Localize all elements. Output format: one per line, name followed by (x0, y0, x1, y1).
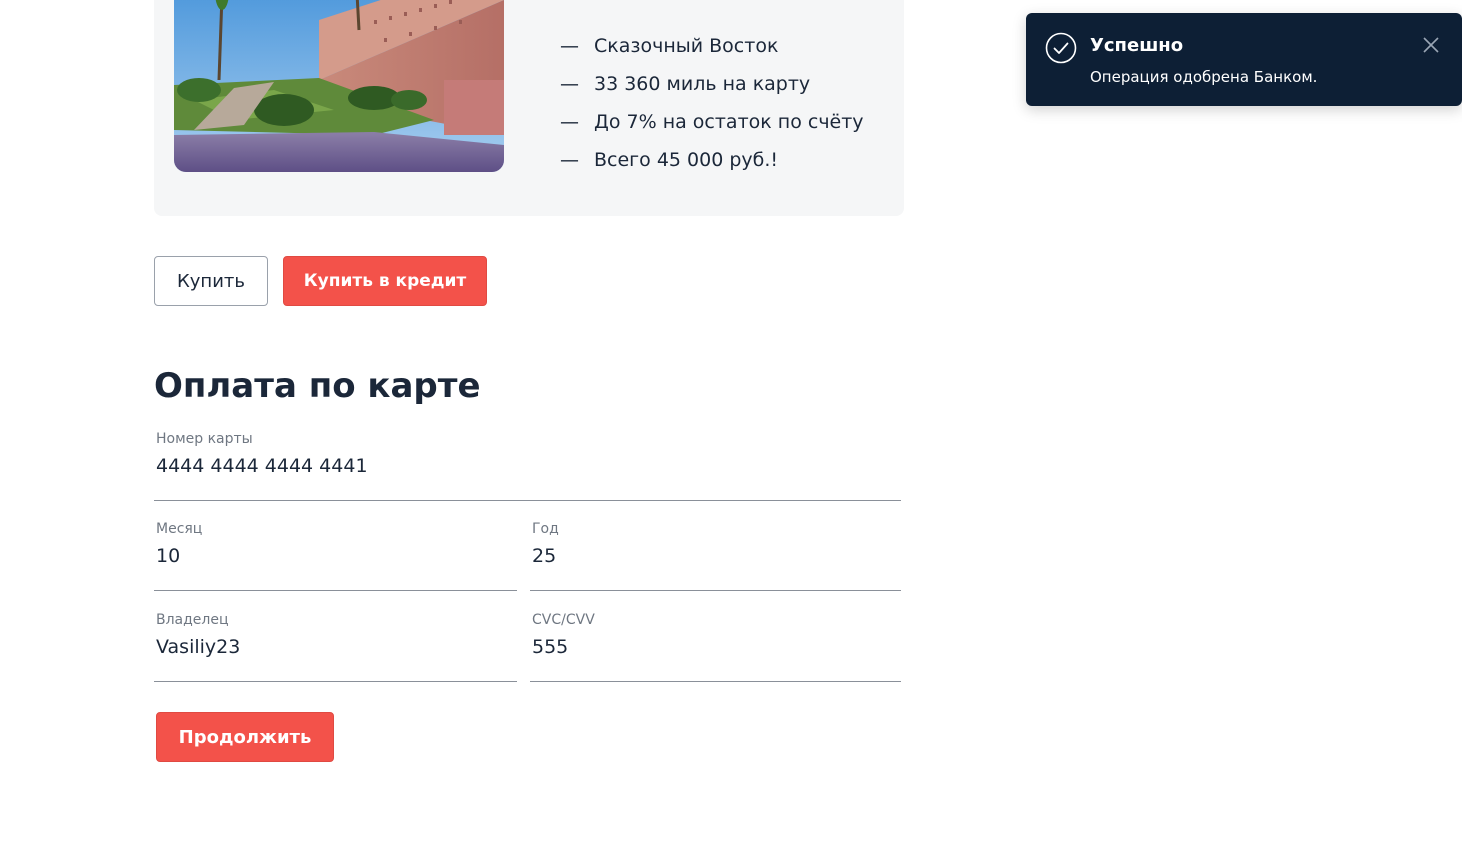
list-item: — До 7% на остаток по счёту (560, 103, 864, 141)
cvc-field: CVC/CVV (530, 612, 901, 682)
month-label: Месяц (156, 521, 203, 537)
offer-card: — Сказочный Восток —33 360 миль на карту … (154, 0, 904, 216)
close-icon[interactable] (1420, 34, 1442, 56)
card-number-input[interactable] (156, 451, 899, 481)
continue-button[interactable]: Продолжить (156, 712, 334, 762)
payment-title: Оплата по карте (154, 366, 481, 406)
list-item: — Всего 45 000 руб.! (560, 141, 864, 179)
notification-message: Операция одобрена Банком. (1090, 68, 1318, 86)
marrakech-photo (174, 0, 504, 172)
year-label: Год (532, 521, 559, 537)
dash-mark: — (560, 73, 579, 95)
year-input[interactable] (532, 541, 899, 571)
owner-input[interactable] (156, 632, 515, 662)
feature-text: Сказочный Восток (594, 35, 779, 57)
offer-features-list: — Сказочный Восток —33 360 миль на карту … (560, 27, 864, 179)
check-circle-icon (1045, 32, 1077, 64)
offer-image (174, 0, 504, 172)
owner-field: Владелец (154, 612, 517, 682)
card-number-field: Номер карты (154, 431, 901, 501)
dash-mark: — (560, 35, 579, 57)
dash-mark: — (560, 149, 579, 171)
month-field: Месяц (154, 521, 517, 591)
month-input[interactable] (156, 541, 515, 571)
list-item: — Сказочный Восток (560, 27, 864, 65)
buy-button[interactable]: Купить (154, 256, 268, 306)
buy-on-credit-button[interactable]: Купить в кредит (283, 256, 487, 306)
cvc-input[interactable] (532, 632, 899, 662)
dash-mark: — (560, 111, 579, 133)
list-item: — 33 360 миль на карту (560, 65, 864, 103)
notification-title: Успешно (1090, 35, 1184, 56)
success-notification: Успешно Операция одобрена Банком. (1026, 13, 1462, 106)
feature-text: Всего 45 000 руб.! (594, 149, 779, 171)
feature-text: До 7% на остаток по счёту (594, 111, 864, 133)
cvc-label: CVC/CVV (532, 612, 595, 628)
card-number-label: Номер карты (156, 431, 253, 447)
year-field: Год (530, 521, 901, 591)
feature-text: 33 360 миль на карту (594, 73, 811, 95)
owner-label: Владелец (156, 612, 229, 628)
